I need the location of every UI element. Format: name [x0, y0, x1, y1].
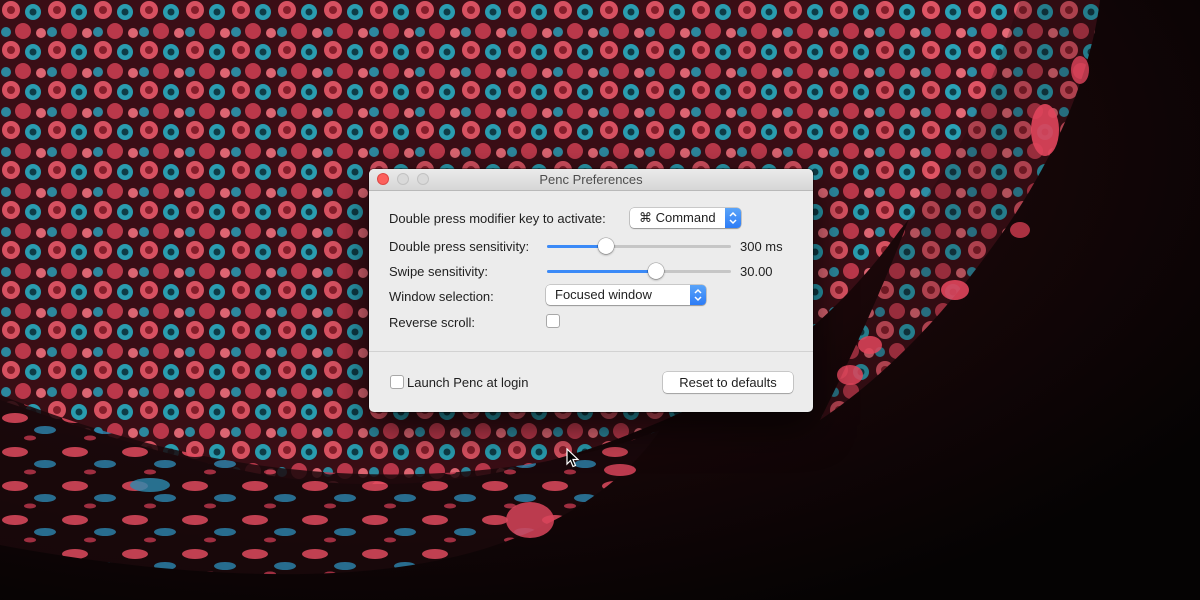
double-press-sensitivity-slider[interactable] [547, 238, 731, 254]
reverse-scroll-checkbox[interactable] [546, 314, 560, 328]
launch-at-login-label[interactable]: Launch Penc at login [407, 375, 528, 390]
swipe-sensitivity-label: Swipe sensitivity: [389, 264, 488, 279]
popup-arrows-icon [690, 285, 706, 305]
slider-knob[interactable] [647, 263, 664, 279]
preferences-window: Penc Preferences Double press modifier k… [369, 169, 813, 412]
window-selection-label: Window selection: [389, 289, 494, 304]
slider-knob[interactable] [597, 238, 614, 254]
mouse-pointer-icon [566, 448, 580, 468]
window-selection-popup[interactable]: Focused window [546, 285, 706, 305]
launch-at-login-checkbox[interactable] [390, 375, 404, 389]
activation-key-label: Double press modifier key to activate: [389, 211, 606, 226]
activation-key-popup[interactable]: ⌘ Command [630, 208, 741, 228]
popup-arrows-icon [725, 208, 741, 228]
activation-key-value: ⌘ Command [639, 210, 716, 225]
slider-fill [547, 270, 656, 273]
window-selection-value: Focused window [555, 287, 652, 302]
double-press-sensitivity-value: 300 ms [740, 239, 783, 254]
window-title: Penc Preferences [539, 172, 643, 187]
separator [369, 351, 813, 352]
reset-to-defaults-button[interactable]: Reset to defaults [663, 372, 793, 393]
reverse-scroll-label: Reverse scroll: [389, 315, 475, 330]
swipe-sensitivity-value: 30.00 [740, 264, 773, 279]
double-press-sensitivity-label: Double press sensitivity: [389, 239, 530, 254]
title-bar[interactable]: Penc Preferences [369, 169, 813, 191]
swipe-sensitivity-slider[interactable] [547, 263, 731, 279]
